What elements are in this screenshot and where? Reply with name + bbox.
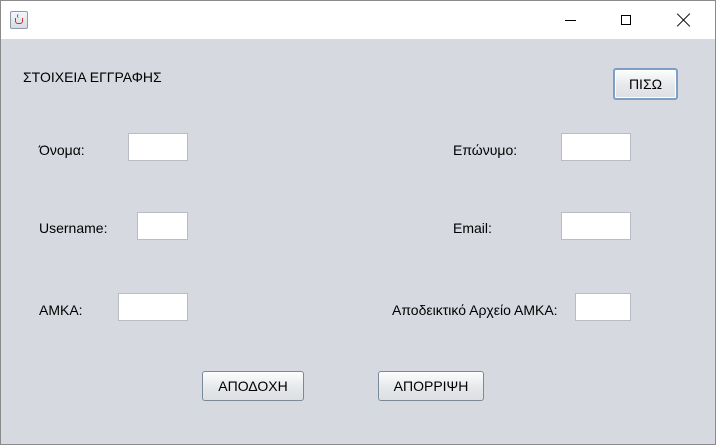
registration-form-panel: ΣΤΟΙΧΕΙΑ ΕΓΓΡΑΦΗΣ ΠΙΣΩ Όνομα: Επώνυμο: U… — [1, 39, 715, 444]
first-name-label: Όνομα: — [39, 142, 85, 158]
maximize-icon — [621, 15, 631, 25]
close-icon — [677, 13, 691, 27]
username-field[interactable] — [137, 212, 188, 240]
last-name-field[interactable] — [561, 133, 631, 161]
form-heading: ΣΤΟΙΧΕΙΑ ΕΓΓΡΑΦΗΣ — [23, 69, 162, 85]
username-label: Username: — [39, 220, 108, 236]
amka-proof-field[interactable] — [575, 293, 631, 321]
back-button[interactable]: ΠΙΣΩ — [613, 68, 678, 100]
email-label: Email: — [453, 220, 492, 236]
reject-button[interactable]: ΑΠΟΡΡΙΨΗ — [378, 371, 484, 401]
cup-shape — [15, 18, 23, 24]
last-name-label: Επώνυμο: — [453, 142, 518, 158]
accept-button[interactable]: ΑΠΟΔΟΧΗ — [202, 371, 304, 401]
maximize-button[interactable] — [603, 1, 649, 39]
minimize-icon — [564, 19, 576, 21]
amka-proof-label: Αποδεικτικό Αρχείο ΑΜΚΑ: — [392, 302, 558, 318]
close-button[interactable] — [661, 1, 707, 39]
first-name-field[interactable] — [128, 133, 188, 161]
title-bar[interactable] — [1, 1, 715, 39]
minimize-button[interactable] — [547, 1, 593, 39]
email-field[interactable] — [561, 212, 631, 240]
java-cup-icon[interactable] — [10, 11, 28, 29]
amka-label: ΑΜΚΑ: — [39, 302, 83, 318]
application-window: ΣΤΟΙΧΕΙΑ ΕΓΓΡΑΦΗΣ ΠΙΣΩ Όνομα: Επώνυμο: U… — [0, 0, 716, 445]
amka-field[interactable] — [118, 293, 188, 321]
